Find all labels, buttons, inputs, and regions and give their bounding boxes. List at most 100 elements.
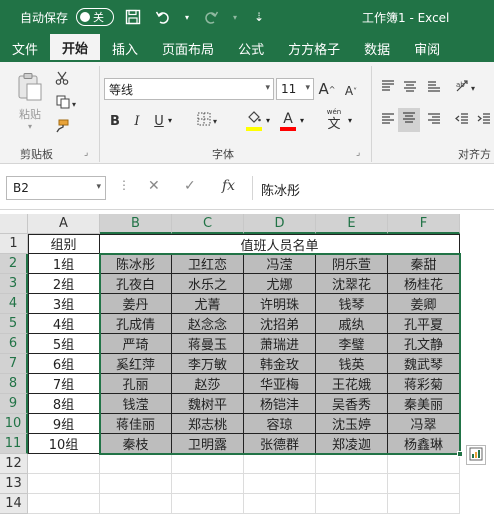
- tab-formulas[interactable]: 公式: [226, 34, 276, 62]
- column-header-b[interactable]: B: [100, 214, 172, 234]
- cell-e2[interactable]: 阴乐萱: [316, 254, 388, 274]
- row-header-4[interactable]: 4: [0, 294, 28, 314]
- cell-f7[interactable]: 魏武琴: [388, 354, 460, 374]
- tab-insert[interactable]: 插入: [100, 34, 150, 62]
- increase-indent-button[interactable]: [474, 110, 494, 132]
- copy-button[interactable]: ▾: [52, 94, 80, 114]
- cell-e10[interactable]: 沈玉婷: [316, 414, 388, 434]
- phonetic-dropdown-icon[interactable]: ▾: [348, 116, 352, 125]
- cell-f2[interactable]: 秦甜: [388, 254, 460, 274]
- cell-a7[interactable]: 6组: [28, 354, 100, 374]
- cell-c6[interactable]: 蒋曼玉: [172, 334, 244, 354]
- tab-file[interactable]: 文件: [0, 34, 50, 62]
- clipboard-launcher-icon[interactable]: ⌟: [84, 148, 88, 158]
- row-header-11[interactable]: 11: [0, 434, 28, 454]
- underline-dropdown-icon[interactable]: ▾: [168, 116, 172, 125]
- align-center-button[interactable]: [398, 108, 420, 132]
- orientation-dropdown-icon[interactable]: ▾: [471, 84, 475, 93]
- cell-c14[interactable]: [172, 494, 244, 514]
- column-header-a[interactable]: A: [28, 214, 100, 234]
- undo-icon[interactable]: [152, 6, 174, 28]
- cell-f3[interactable]: 杨桂花: [388, 274, 460, 294]
- tab-data[interactable]: 数据: [352, 34, 402, 62]
- tab-review[interactable]: 审阅: [402, 34, 452, 62]
- cell-a13[interactable]: [28, 474, 100, 494]
- enter-icon[interactable]: ✓: [184, 178, 196, 194]
- cell-e12[interactable]: [316, 454, 388, 474]
- spreadsheet-grid[interactable]: A B C D E F 1 2 3 4 5 6 7 8 9 10 11 12 13 14 组别 值班人员名单 1组 陈冰彤 卫红…: [0, 210, 494, 514]
- row-header-14[interactable]: 14: [0, 494, 28, 514]
- undo-dropdown-icon[interactable]: ▾: [182, 6, 192, 28]
- cell-b7[interactable]: 奚红萍: [100, 354, 172, 374]
- customize-toolbar-icon[interactable]: ⇣: [248, 6, 270, 28]
- borders-button[interactable]: ▾: [194, 110, 220, 132]
- cell-c12[interactable]: [172, 454, 244, 474]
- cell-a8[interactable]: 7组: [28, 374, 100, 394]
- cell-a4[interactable]: 3组: [28, 294, 100, 314]
- cell-d6[interactable]: 萧瑞进: [244, 334, 316, 354]
- row-header-2[interactable]: 2: [0, 254, 28, 274]
- cell-b5[interactable]: 孔成倩: [100, 314, 172, 334]
- cell-a2[interactable]: 1组: [28, 254, 100, 274]
- cell-d14[interactable]: [244, 494, 316, 514]
- cell-a10[interactable]: 9组: [28, 414, 100, 434]
- cut-button[interactable]: [52, 70, 72, 90]
- cell-b2[interactable]: 陈冰彤: [100, 254, 172, 274]
- cell-c2[interactable]: 卫红恋: [172, 254, 244, 274]
- phonetic-button[interactable]: wén 文: [322, 106, 346, 134]
- row-header-8[interactable]: 8: [0, 374, 28, 394]
- cell-c3[interactable]: 水乐之: [172, 274, 244, 294]
- cell-d10[interactable]: 容琼: [244, 414, 316, 434]
- formula-input[interactable]: 陈冰彤: [252, 176, 494, 200]
- cell-d4[interactable]: 许明珠: [244, 294, 316, 314]
- column-header-d[interactable]: D: [244, 214, 316, 234]
- cell-d5[interactable]: 沈招弟: [244, 314, 316, 334]
- cell-f4[interactable]: 姜卿: [388, 294, 460, 314]
- row-header-10[interactable]: 10: [0, 414, 28, 434]
- cell-e4[interactable]: 钱琴: [316, 294, 388, 314]
- bold-button[interactable]: B: [106, 110, 124, 132]
- cell-b12[interactable]: [100, 454, 172, 474]
- font-name-combo[interactable]: 等线 ▾: [104, 78, 274, 100]
- tab-home[interactable]: 开始: [50, 34, 101, 62]
- cell-b9[interactable]: 钱滢: [100, 394, 172, 414]
- fill-handle[interactable]: [457, 451, 463, 457]
- save-icon[interactable]: [122, 6, 144, 28]
- cell-e7[interactable]: 钱英: [316, 354, 388, 374]
- align-left-button[interactable]: [378, 110, 398, 132]
- cell-b10[interactable]: 蒋佳丽: [100, 414, 172, 434]
- cell-b13[interactable]: [100, 474, 172, 494]
- column-header-f[interactable]: F: [388, 214, 460, 234]
- cell-d8[interactable]: 华亚梅: [244, 374, 316, 394]
- row-header-7[interactable]: 7: [0, 354, 28, 374]
- row-header-13[interactable]: 13: [0, 474, 28, 494]
- cell-d13[interactable]: [244, 474, 316, 494]
- cell-b8[interactable]: 孔丽: [100, 374, 172, 394]
- redo-dropdown-icon[interactable]: ▾: [230, 6, 240, 28]
- row-header-5[interactable]: 5: [0, 314, 28, 334]
- shrink-font-button[interactable]: A ˅: [342, 80, 360, 102]
- cell-a1[interactable]: 组别: [28, 234, 100, 254]
- row-header-12[interactable]: 12: [0, 454, 28, 474]
- row-header-3[interactable]: 3: [0, 274, 28, 294]
- column-header-c[interactable]: C: [172, 214, 244, 234]
- cell-a11[interactable]: 10组: [28, 434, 100, 454]
- cell-c7[interactable]: 李万敏: [172, 354, 244, 374]
- cell-e9[interactable]: 吴香秀: [316, 394, 388, 414]
- align-right-button[interactable]: [424, 110, 444, 132]
- cell-e3[interactable]: 沈翠花: [316, 274, 388, 294]
- cell-b3[interactable]: 孔夜白: [100, 274, 172, 294]
- name-box[interactable]: B2 ▾: [6, 176, 106, 200]
- cell-e6[interactable]: 李璧: [316, 334, 388, 354]
- cell-d7[interactable]: 韩金玫: [244, 354, 316, 374]
- cell-b11[interactable]: 秦枝: [100, 434, 172, 454]
- cell-d3[interactable]: 尤娜: [244, 274, 316, 294]
- redo-icon[interactable]: [200, 6, 222, 28]
- cell-d2[interactable]: 冯滢: [244, 254, 316, 274]
- fill-color-button[interactable]: [240, 108, 268, 134]
- cell-a3[interactable]: 2组: [28, 274, 100, 294]
- cell-a12[interactable]: [28, 454, 100, 474]
- orientation-button[interactable]: ab ▾: [452, 78, 478, 98]
- italic-button[interactable]: I: [128, 110, 146, 132]
- cell-f13[interactable]: [388, 474, 460, 494]
